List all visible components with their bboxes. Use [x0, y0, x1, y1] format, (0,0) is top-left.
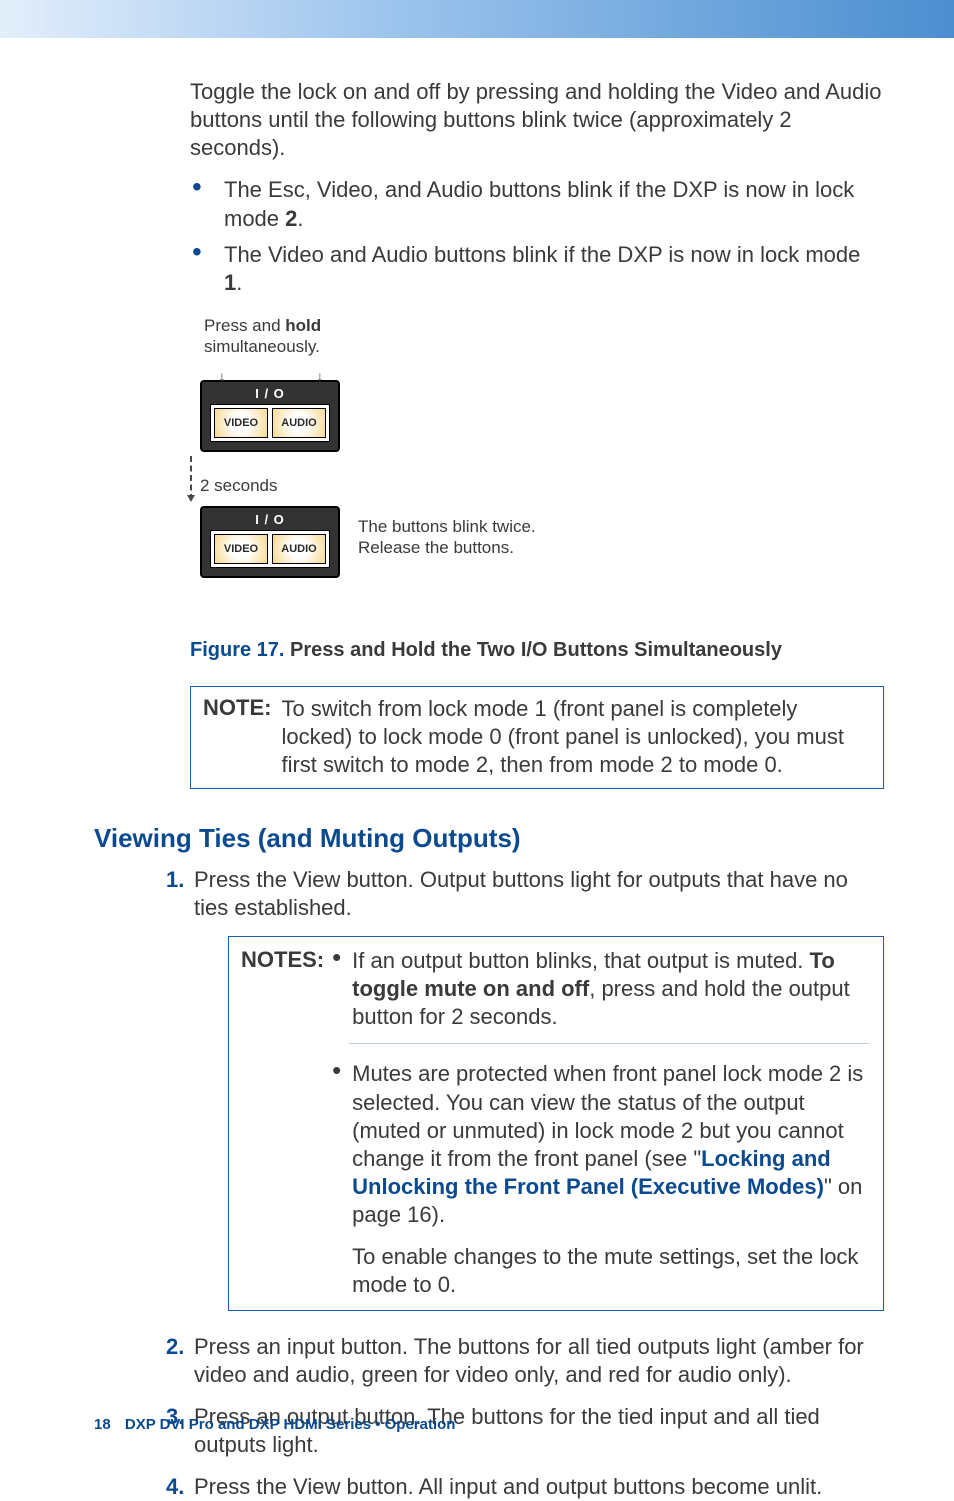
bullet-dot: •: [190, 176, 224, 232]
step-body: Press the View button. All input and out…: [194, 1473, 884, 1501]
page-footer: 18 DXP DVI Pro and DXP HDMI Series • Ope…: [94, 1416, 455, 1433]
caption-line-2: Release the buttons.: [358, 538, 514, 557]
note-body: To switch from lock mode 1 (front panel …: [281, 687, 883, 787]
video-button: VIDEO: [214, 534, 268, 564]
intro-paragraph: Toggle the lock on and off by pressing a…: [190, 78, 884, 162]
notes-item-1: • If an output button blinks, that outpu…: [332, 947, 869, 1031]
bullet-1-bold: 2: [285, 206, 297, 231]
bullet-2-post: .: [236, 270, 242, 295]
video-button: VIDEO: [214, 408, 268, 438]
bullet-item-1: • The Esc, Video, and Audio buttons blin…: [190, 176, 884, 232]
io-label: I / O: [210, 386, 330, 401]
bullet-1-pre: The Esc, Video, and Audio buttons blink …: [224, 177, 854, 230]
notes-label: NOTES:: [229, 937, 332, 1041]
bullet-dot: •: [332, 947, 352, 1031]
step-1: 1. Press the View button. Output buttons…: [166, 866, 884, 922]
step-2: 2. Press an input button. The buttons fo…: [166, 1333, 884, 1389]
page-content: Toggle the lock on and off by pressing a…: [0, 38, 954, 1501]
diagram: Press and hold simultaneously. ↓ ↓ I / O…: [190, 315, 884, 625]
audio-button: AUDIO: [272, 534, 326, 564]
arrows-top: ↓ ↓: [216, 360, 326, 380]
header-gradient-bar: [0, 0, 954, 38]
hw-button-row: VIDEO AUDIO: [210, 404, 330, 442]
step-4: 4. Press the View button. All input and …: [166, 1473, 884, 1501]
press-hold-bold: hold: [285, 316, 321, 335]
figure-text: Press and Hold the Two I/O Buttons Simul…: [290, 639, 782, 661]
bullet-item-2: • The Video and Audio buttons blink if t…: [190, 241, 884, 297]
io-label: I / O: [210, 512, 330, 527]
arrow-down-icon: ↓: [314, 368, 326, 388]
notes-box: NOTES: • If an output button blinks, tha…: [228, 936, 884, 1311]
io-panel-top: I / O VIDEO AUDIO: [200, 380, 340, 452]
notes-item-2: • Mutes are protected when front panel l…: [332, 1060, 869, 1229]
hw-button-row: VIDEO AUDIO: [210, 530, 330, 568]
step-body: Press the View button. Output buttons li…: [194, 866, 884, 922]
figure-caption: Figure 17. Press and Hold the Two I/O Bu…: [190, 639, 884, 662]
io-panel-bottom-wrap: I / O VIDEO AUDIO The buttons blink twic…: [190, 506, 884, 578]
section-heading: Viewing Ties (and Muting Outputs): [94, 823, 884, 854]
dashed-arrow-icon: [190, 456, 884, 500]
page-number: 18: [94, 1416, 111, 1433]
bullet-list: • The Esc, Video, and Audio buttons blin…: [190, 176, 884, 297]
two-seconds-label: 2 seconds: [200, 476, 278, 496]
figure-number: Figure 17.: [190, 639, 284, 661]
press-hold-sub: simultaneously.: [204, 337, 320, 356]
bullet-dot: •: [332, 1060, 352, 1229]
bullet-2-bold: 1: [224, 270, 236, 295]
bullet-1-post: .: [297, 206, 303, 231]
bullet-2-pre: The Video and Audio buttons blink if the…: [224, 242, 860, 267]
note-box: NOTE: To switch from lock mode 1 (front …: [190, 686, 884, 788]
timing-indicator: 2 seconds: [190, 456, 884, 500]
io-panel-bottom: I / O VIDEO AUDIO: [200, 506, 340, 578]
step-number: 1.: [166, 866, 194, 922]
footer-title: DXP DVI Pro and DXP HDMI Series • Operat…: [125, 1416, 456, 1433]
bullet-dot: •: [190, 241, 224, 297]
panel-caption: The buttons blink twice. Release the but…: [358, 516, 536, 559]
step-body: Press an input button. The buttons for a…: [194, 1333, 884, 1389]
caption-line-1: The buttons blink twice.: [358, 517, 536, 536]
press-hold-caption: Press and hold simultaneously.: [204, 315, 884, 358]
press-hold-pre: Press and: [204, 316, 285, 335]
note-label: NOTE:: [191, 687, 281, 787]
step-number: 4.: [166, 1473, 194, 1501]
notes-item-2-followup: To enable changes to the mute settings, …: [352, 1243, 869, 1299]
notes-item-1-pre: If an output button blinks, that output …: [352, 948, 809, 973]
arrow-down-icon: ↓: [216, 368, 228, 388]
divider: [349, 1043, 869, 1044]
step-number: 2.: [166, 1333, 194, 1389]
audio-button: AUDIO: [272, 408, 326, 438]
